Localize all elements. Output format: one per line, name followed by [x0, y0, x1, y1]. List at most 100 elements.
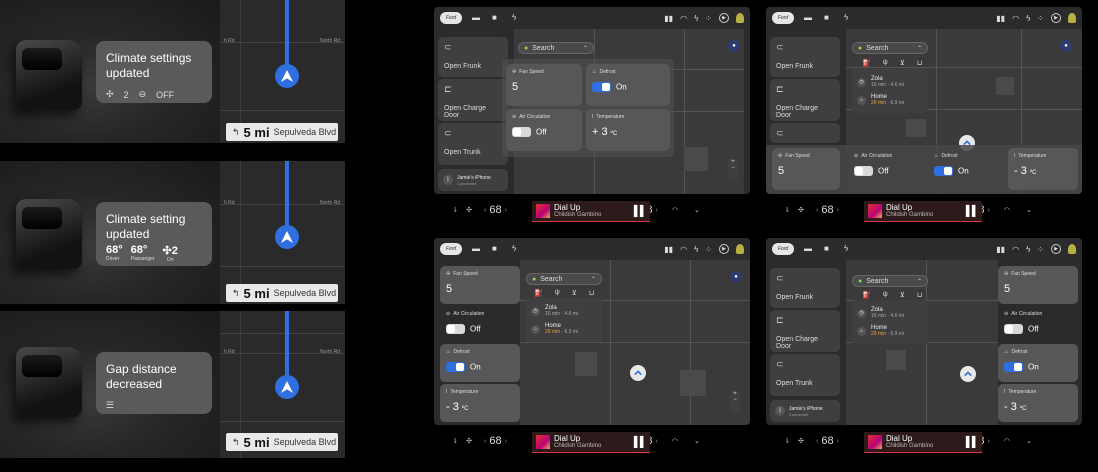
zoom-controls[interactable]: + −: [728, 159, 738, 181]
open-trunk-button[interactable]: ⊂ Open Trunk: [438, 123, 508, 165]
fan-icon[interactable]: ✣: [794, 437, 808, 445]
open-charge-door-button[interactable]: ⊏ Open Charge Door: [770, 310, 840, 352]
destination-home[interactable]: ⌂ Home 29 min · 6.9 mi: [531, 320, 597, 338]
zoom-out-button[interactable]: −: [730, 397, 740, 403]
air-circulation-toggle[interactable]: [1004, 324, 1023, 335]
restaurant-icon[interactable]: ψ: [883, 59, 888, 67]
driver-temperature[interactable]: ‹ 68 ›: [816, 435, 839, 447]
fan-speed-tile[interactable]: ✣ Fan Speed 5: [998, 266, 1078, 304]
cart-icon[interactable]: ⊔: [917, 59, 922, 67]
turn-instruction[interactable]: ↰ 5 mi Sepulveda Blvd: [226, 123, 338, 141]
camera-icon[interactable]: ■: [492, 245, 502, 253]
apps-icon[interactable]: ⁘: [705, 14, 712, 23]
recenter-button[interactable]: [630, 365, 646, 381]
open-trunk-button[interactable]: ⊂: [770, 123, 840, 143]
apps-icon[interactable]: ⁘: [1037, 245, 1044, 254]
gas-station-icon[interactable]: ⛽: [862, 59, 871, 67]
profile-icon[interactable]: [1068, 244, 1076, 254]
play-icon[interactable]: ▶: [719, 13, 729, 23]
air-circulation-toggle[interactable]: [854, 166, 873, 177]
media-player[interactable]: Dial Up Childish Gambino ▌▌: [864, 201, 982, 221]
mic-icon[interactable]: ●: [1060, 40, 1072, 52]
phone-connection[interactable]: ᛒ Jamie's iPhone Connected: [770, 400, 840, 422]
fan-icon[interactable]: ✣: [462, 437, 476, 445]
climate-notification-card[interactable]: Climate settings updated ✣ 2 ⊖ OFF: [96, 41, 212, 103]
defrost-toggle[interactable]: [934, 166, 953, 177]
car-icon[interactable]: ▬: [804, 14, 814, 22]
restaurant-icon[interactable]: ψ: [555, 289, 560, 297]
air-circulation-tile[interactable]: ⊖ Air Circulation Off: [506, 109, 582, 151]
front-defrost-icon[interactable]: ⌄: [1022, 206, 1036, 214]
cart-icon[interactable]: ⊔: [917, 291, 922, 299]
fan-speed-tile[interactable]: ✣ Fan Speed 5: [440, 266, 520, 304]
charging-icon[interactable]: ϟ: [512, 14, 522, 22]
nav-map[interactable]: h Rd North Rd: [220, 161, 345, 304]
search-bar[interactable]: ● Search ⌃: [518, 42, 594, 54]
destination-home[interactable]: ⌂ Home 29 min · 6.9 mi: [857, 91, 923, 109]
destination-zola[interactable]: ◷ Zola 16 min · 4.6 mi: [857, 304, 923, 322]
profile-icon[interactable]: [1068, 13, 1076, 23]
cart-icon[interactable]: ⊔: [589, 289, 594, 297]
shopping-icon[interactable]: ⊻: [900, 59, 905, 67]
play-icon[interactable]: ▶: [1051, 244, 1061, 254]
seat-heat-icon[interactable]: ⇂: [780, 206, 794, 214]
profile-icon[interactable]: [736, 13, 744, 23]
phone-connection[interactable]: ᛒ Jamie's iPhone Connected: [438, 169, 508, 191]
search-bar[interactable]: ● Search ⌃: [526, 273, 602, 285]
rear-defrost-icon[interactable]: ◠: [668, 437, 682, 445]
fan-icon[interactable]: ✣: [794, 206, 808, 214]
open-charge-door-button[interactable]: ⊏ Open Charge Door: [770, 79, 840, 121]
open-frunk-button[interactable]: ⊂ Open Frunk: [770, 37, 840, 77]
media-player[interactable]: Dial Up Childish Gambino ▌▌: [532, 432, 650, 452]
nav-map[interactable]: h Rd North Rd: [220, 0, 345, 143]
climate-notification-card[interactable]: Climate setting updated 68° Driver 68° Pas…: [96, 202, 212, 266]
fan-speed-tile[interactable]: ✣ Fan Speed 5: [506, 64, 582, 106]
air-circulation-toggle[interactable]: [446, 324, 465, 335]
air-circulation-tile[interactable]: ⊖ Air Circulation Off: [440, 306, 520, 342]
media-player[interactable]: Dial Up Childish Gambino ▌▌: [532, 201, 650, 221]
camera-icon[interactable]: ■: [824, 245, 834, 253]
shopping-icon[interactable]: ⊻: [572, 289, 577, 297]
front-defrost-icon[interactable]: ⌄: [690, 206, 704, 214]
rear-defrost-icon[interactable]: ◠: [1000, 206, 1014, 214]
gap-notification-card[interactable]: Gap distance decreased ☰: [96, 352, 212, 414]
air-circulation-tile[interactable]: ⊖ Air Circulation Off: [998, 306, 1078, 342]
seat-heat-icon[interactable]: ⇂: [448, 206, 462, 214]
defrost-tile[interactable]: ♨ Defrost On: [586, 64, 670, 106]
fan-icon[interactable]: ✣: [462, 206, 476, 214]
open-trunk-button[interactable]: ⊂ Open Trunk: [770, 354, 840, 396]
search-bar[interactable]: ● Search ⌃: [852, 42, 928, 54]
temperature-tile[interactable]: ǀ Temperature - 3 ºC: [440, 384, 520, 422]
driver-temperature[interactable]: ‹ 68 ›: [816, 204, 839, 216]
zoom-out-button[interactable]: −: [728, 165, 738, 171]
front-defrost-icon[interactable]: ⌄: [1022, 437, 1036, 445]
defrost-toggle[interactable]: [1004, 362, 1023, 373]
destination-zola[interactable]: ◷ Zola 16 min · 4.6 mi: [531, 302, 597, 320]
defrost-tile[interactable]: ♨ Defrost On: [998, 344, 1078, 382]
seat-heat-icon[interactable]: ⇂: [780, 437, 794, 445]
rear-defrost-icon[interactable]: ◠: [1000, 437, 1014, 445]
driver-temperature[interactable]: ‹ 68 ›: [484, 435, 507, 447]
restaurant-icon[interactable]: ψ: [883, 291, 888, 299]
defrost-toggle[interactable]: [592, 82, 611, 93]
media-player[interactable]: Dial Up Childish Gambino ▌▌: [864, 432, 982, 452]
open-frunk-button[interactable]: ⊂ Open Frunk: [438, 37, 508, 77]
charging-icon[interactable]: ϟ: [844, 245, 854, 253]
destination-zola[interactable]: ◷ Zola 16 min · 4.6 mi: [857, 73, 923, 91]
defrost-toggle[interactable]: [446, 362, 465, 373]
charging-icon[interactable]: ϟ: [844, 14, 854, 22]
seat-heat-icon[interactable]: ⇂: [448, 437, 462, 445]
pause-icon[interactable]: ▌▌: [966, 206, 979, 217]
gas-station-icon[interactable]: ⛽: [862, 291, 871, 299]
turn-instruction[interactable]: ↰ 5 mi Sepulveda Blvd: [226, 284, 338, 302]
camera-icon[interactable]: ■: [492, 14, 502, 22]
pause-icon[interactable]: ▌▌: [966, 437, 979, 448]
open-frunk-button[interactable]: ⊂ Open Frunk: [770, 268, 840, 308]
destination-home[interactable]: ⌂ Home 29 min · 6.9 mi: [857, 322, 923, 340]
open-charge-door-button[interactable]: ⊏ Open Charge Door: [438, 79, 508, 121]
shopping-icon[interactable]: ⊻: [900, 291, 905, 299]
temperature-tile[interactable]: ǀ Temperature - 3 ºC: [1008, 148, 1078, 190]
play-icon[interactable]: ▶: [1051, 13, 1061, 23]
rear-defrost-icon[interactable]: ◠: [668, 206, 682, 214]
turn-instruction[interactable]: ↰ 5 mi Sepulveda Blvd: [226, 433, 338, 451]
